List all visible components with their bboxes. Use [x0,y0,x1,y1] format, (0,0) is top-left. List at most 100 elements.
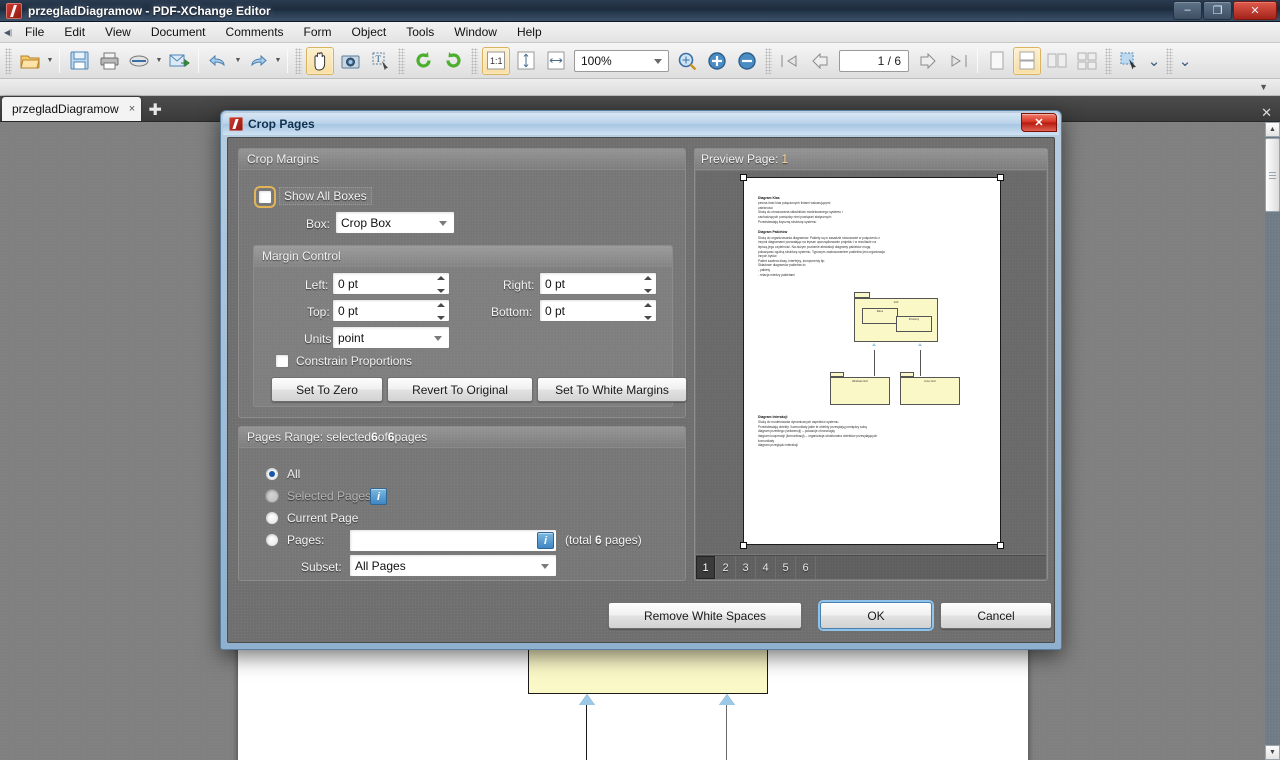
menu-grip-icon[interactable]: ◀| [3,24,13,41]
set-to-white-margins-button[interactable]: Set To White Margins [537,377,687,402]
hand-tool-button[interactable] [306,47,334,75]
right-margin-stepper[interactable] [641,276,654,293]
previous-page-button[interactable] [806,47,834,75]
ok-button[interactable]: OK [820,602,932,629]
top-margin-input[interactable]: 0 pt [332,299,450,322]
set-to-zero-button[interactable]: Set To Zero [271,377,383,402]
units-combo[interactable]: point [332,326,450,349]
maximize-button[interactable]: ❐ [1203,1,1232,20]
menu-item-file[interactable]: File [15,23,54,42]
zoom-tool-button[interactable] [673,47,701,75]
zoom-out-button[interactable] [733,47,761,75]
minimize-button[interactable]: – [1173,1,1202,20]
constrain-proportions-label[interactable]: Constrain Proportions [296,354,412,368]
toolbar-grip-icon[interactable] [1105,48,1112,74]
rotate-left-button[interactable] [409,47,437,75]
menu-item-object[interactable]: Object [342,23,397,42]
toolbar-grip-icon[interactable] [1166,48,1173,74]
box-type-combo[interactable]: Crop Box [335,211,455,234]
redo-button[interactable] [244,47,272,75]
menu-item-window[interactable]: Window [444,23,507,42]
toolbar-grip-icon[interactable] [5,48,12,74]
zoom-in-button[interactable] [703,47,731,75]
toolbar-grip-icon[interactable] [295,48,302,74]
radio-current-page-label[interactable]: Current Page [287,511,358,525]
open-file-button[interactable] [16,47,44,75]
bottom-margin-stepper[interactable] [641,303,654,320]
menu-item-form[interactable]: Form [294,23,342,42]
radio-pages[interactable] [265,533,279,547]
save-button[interactable] [65,47,93,75]
single-page-view-button[interactable] [983,47,1011,75]
left-margin-input[interactable]: 0 pt [332,272,450,295]
fit-page-button[interactable] [512,47,540,75]
select-text-tool-button[interactable]: T [366,47,394,75]
revert-to-original-button[interactable]: Revert To Original [387,377,533,402]
radio-all-pages-label[interactable]: All [287,467,300,481]
radio-current-page[interactable] [265,511,279,525]
scrollbar-thumb[interactable] [1265,138,1280,212]
crop-handle-top-right[interactable] [997,174,1004,181]
menu-item-document[interactable]: Document [141,23,216,42]
four-page-view-button[interactable] [1073,47,1101,75]
show-all-boxes-label[interactable]: Show All Boxes [279,187,372,205]
toolbar-grip-icon[interactable] [765,48,772,74]
radio-pages-label[interactable]: Pages: [287,533,324,547]
scroll-down-button[interactable]: ▼ [1265,745,1280,760]
secondary-toolbar-overflow-icon[interactable]: ▼ [1259,82,1268,92]
remove-white-spaces-button[interactable]: Remove White Spaces [608,602,802,629]
bottom-margin-input[interactable]: 0 pt [539,299,657,322]
close-all-tabs-button[interactable]: ✕ [1261,105,1272,121]
scan-dropdown-icon[interactable]: ▼ [154,57,164,64]
close-window-button[interactable]: ✕ [1233,1,1277,20]
left-margin-stepper[interactable] [434,276,447,293]
print-button[interactable] [95,47,123,75]
pages-range-info-icon[interactable]: i [537,532,554,549]
continuous-view-button[interactable] [1013,47,1041,75]
snapshot-tool-button[interactable] [336,47,364,75]
zoom-level-combo[interactable]: 100% [574,50,669,72]
preview-page-tab-4[interactable]: 4 [756,556,776,579]
undo-button[interactable] [204,47,232,75]
toolbar-grip-icon[interactable] [398,48,405,74]
top-margin-stepper[interactable] [434,303,447,320]
selected-pages-info-icon[interactable]: i [370,488,387,505]
crop-handle-bottom-right[interactable] [997,542,1004,549]
preview-page-tab-3[interactable]: 3 [736,556,756,579]
next-page-button[interactable] [914,47,942,75]
radio-all-pages[interactable] [265,467,279,481]
toolbar-grip-icon[interactable] [471,48,478,74]
menu-item-edit[interactable]: Edit [54,23,95,42]
dialog-close-button[interactable]: ✕ [1021,113,1057,132]
add-tab-button[interactable]: ✚ [144,99,166,121]
preview-page-tab-5[interactable]: 5 [776,556,796,579]
fit-width-button[interactable] [542,47,570,75]
menu-item-view[interactable]: View [95,23,141,42]
cancel-button[interactable]: Cancel [940,602,1052,629]
first-page-button[interactable] [776,47,804,75]
last-page-button[interactable] [944,47,972,75]
document-tab[interactable]: przegladDiagramow × [2,97,141,121]
redo-dropdown-icon[interactable]: ▼ [273,57,283,64]
toolbar-overflow-chevron2-icon[interactable]: ⌄ [1177,47,1193,75]
undo-dropdown-icon[interactable]: ▼ [233,57,243,64]
preview-page-tab-1[interactable]: 1 [696,556,716,579]
page-number-input[interactable]: 1 / 6 [839,50,909,72]
menu-item-comments[interactable]: Comments [216,23,294,42]
open-file-dropdown-icon[interactable]: ▼ [45,57,55,64]
scan-button[interactable] [125,47,153,75]
select-tool-button[interactable] [1116,47,1144,75]
toolbar-overflow-chevron-icon[interactable]: ⌄ [1146,47,1162,75]
constrain-proportions-checkbox[interactable] [275,354,289,368]
close-icon[interactable]: × [129,103,135,115]
menu-item-help[interactable]: Help [507,23,552,42]
preview-page-tab-6[interactable]: 6 [796,556,816,579]
rotate-right-button[interactable] [439,47,467,75]
two-page-view-button[interactable] [1043,47,1071,75]
document-vertical-scrollbar[interactable]: ▲ ▼ [1265,122,1280,760]
email-button[interactable] [165,47,193,75]
scroll-up-button[interactable]: ▲ [1265,122,1280,137]
right-margin-input[interactable]: 0 pt [539,272,657,295]
crop-handle-bottom-left[interactable] [740,542,747,549]
crop-handle-top-left[interactable] [740,174,747,181]
